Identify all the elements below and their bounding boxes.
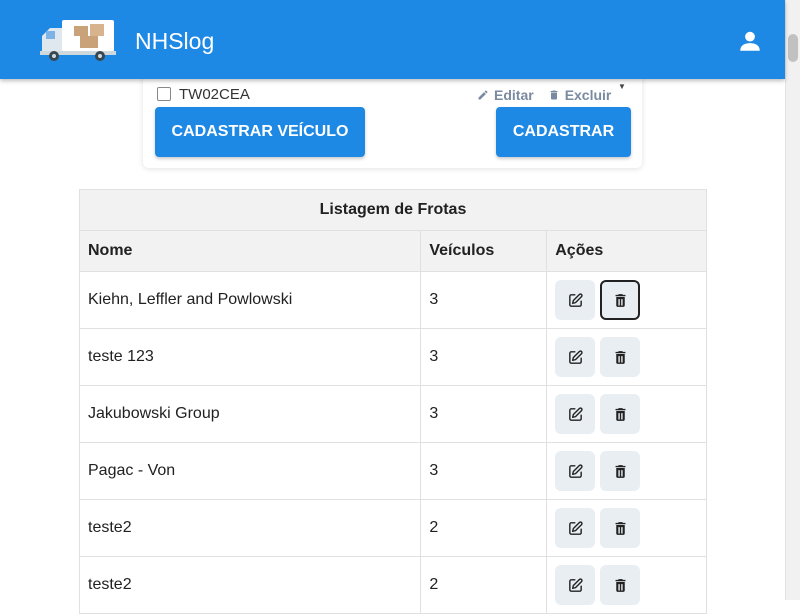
fleet-table-body: Kiehn, Leffler and Powlowski 3 teste 123… xyxy=(78,271,707,614)
actions-cell xyxy=(546,328,707,386)
delete-button[interactable] xyxy=(600,451,641,491)
edit-icon xyxy=(568,406,583,421)
vehicle-edit-link[interactable]: Editar xyxy=(477,87,534,103)
table-caption: Listagem de Frotas xyxy=(79,189,707,231)
vehicle-count-cell: 2 xyxy=(420,556,548,614)
table-row: teste 123 3 xyxy=(78,328,707,386)
register-button[interactable]: CADASTRAR xyxy=(496,107,631,157)
edit-icon xyxy=(568,577,583,592)
vehicle-delete-label: Excluir xyxy=(564,87,612,103)
vehicle-count-cell: 3 xyxy=(420,385,548,443)
vehicle-list-item: TW02CEA Editar Excluir xyxy=(155,84,630,104)
vehicle-count-cell: 2 xyxy=(420,499,548,557)
delete-button[interactable] xyxy=(600,508,641,548)
table-row: Jakubowski Group 3 xyxy=(78,385,707,443)
app-title[interactable]: NHSlog xyxy=(135,28,214,54)
actions-cell xyxy=(546,556,707,614)
vehicle-count-cell: 3 xyxy=(420,271,548,329)
delivery-truck-logo xyxy=(40,20,116,61)
vehicle-delete-link[interactable]: Excluir xyxy=(548,87,612,103)
edit-icon xyxy=(568,520,583,535)
delete-button[interactable] xyxy=(600,337,641,377)
table-row: Pagac - Von 3 xyxy=(78,442,707,500)
edit-icon xyxy=(568,463,583,478)
list-scroll-arrow-icon[interactable]: ▼ xyxy=(618,82,626,91)
trash-icon xyxy=(615,521,626,535)
trash-icon xyxy=(615,293,626,307)
vehicle-edit-label: Editar xyxy=(494,87,534,103)
delete-button[interactable] xyxy=(600,565,641,605)
edit-button[interactable] xyxy=(555,565,596,605)
table-row: teste2 2 xyxy=(78,499,707,557)
delete-button[interactable] xyxy=(600,394,641,434)
actions-cell xyxy=(546,442,707,500)
fleet-name-cell: teste2 xyxy=(78,499,422,557)
trash-icon xyxy=(615,464,626,478)
fleet-name-cell: Pagac - Von xyxy=(78,442,422,500)
vehicle-count-cell: 3 xyxy=(420,328,548,386)
column-header-actions: Ações xyxy=(546,230,707,272)
actions-cell xyxy=(546,385,707,443)
actions-cell xyxy=(546,271,707,329)
edit-button[interactable] xyxy=(555,280,596,320)
edit-icon xyxy=(568,292,583,307)
fleet-name-cell: Kiehn, Leffler and Powlowski xyxy=(78,271,422,329)
register-vehicle-button[interactable]: CADASTRAR VEÍCULO xyxy=(155,107,365,157)
account-icon xyxy=(740,31,760,51)
trash-icon xyxy=(615,350,626,364)
scrollbar-thumb[interactable] xyxy=(788,34,798,62)
vehicle-plate: TW02CEA xyxy=(179,86,250,103)
edit-button[interactable] xyxy=(555,451,596,491)
actions-cell xyxy=(546,499,707,557)
trash-icon xyxy=(615,578,626,592)
delete-button[interactable] xyxy=(600,280,641,320)
table-row: teste2 2 xyxy=(78,556,707,614)
fleet-table: Listagem de Frotas Nome Veículos Ações K… xyxy=(78,189,707,614)
vehicle-count-cell: 3 xyxy=(420,442,548,500)
edit-button[interactable] xyxy=(555,508,596,548)
table-row: Kiehn, Leffler and Powlowski 3 xyxy=(78,271,707,329)
vehicle-checkbox[interactable] xyxy=(157,87,171,101)
column-header-vehicles: Veículos xyxy=(420,230,548,272)
fleet-name-cell: teste 123 xyxy=(78,328,422,386)
trash-icon xyxy=(615,407,626,421)
account-button[interactable] xyxy=(735,26,765,56)
trash-icon xyxy=(550,90,558,100)
edit-button[interactable] xyxy=(555,394,596,434)
page-scrollbar[interactable] xyxy=(785,0,800,600)
fleet-name-cell: Jakubowski Group xyxy=(78,385,422,443)
edit-icon xyxy=(478,90,488,100)
edit-button[interactable] xyxy=(555,337,596,377)
column-header-name: Nome xyxy=(78,230,422,272)
edit-icon xyxy=(568,349,583,364)
fleet-name-cell: teste2 xyxy=(78,556,422,614)
app-bar: NHSlog xyxy=(0,0,785,79)
